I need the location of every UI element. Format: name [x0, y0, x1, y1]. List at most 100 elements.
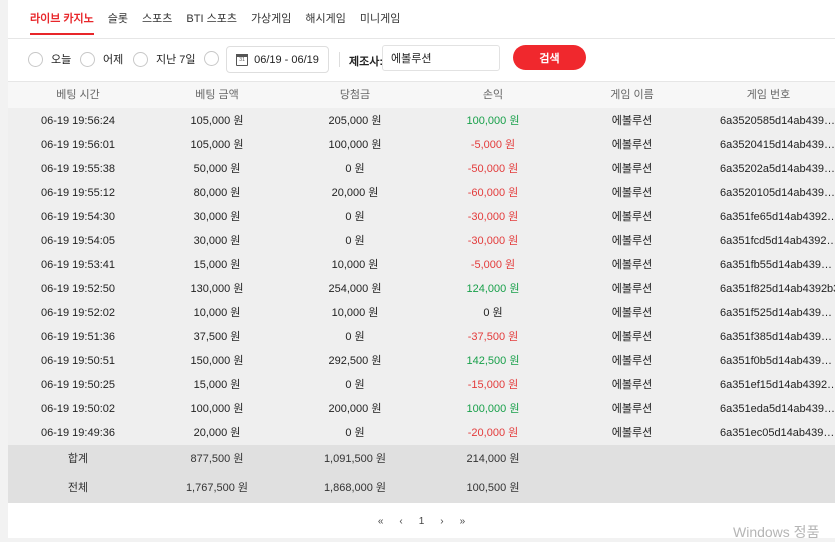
cell-bet-time: 06-19 19:50:02 [40, 403, 115, 415]
cell-bet-amount: 80,000 원 [193, 187, 241, 199]
manufacturer-label: 제조사: [349, 56, 384, 68]
search-button[interactable]: 검색 [513, 45, 586, 70]
cell-bet-time: 06-19 19:52:02 [40, 307, 115, 319]
cell-profit-loss: -5,000 원 [470, 139, 516, 151]
filter-divider [339, 52, 340, 67]
table-body: 06-19 19:56:24 105,000 원 205,000 원 100,000 … [8, 108, 835, 445]
tab-slot[interactable]: 슬롯 [108, 0, 128, 38]
cell-game-number: 6a351f825d14ab4392b33 [720, 283, 835, 295]
tab-sports[interactable]: 스포츠 [142, 0, 172, 38]
table-row: 06-19 19:50:51 150,000 원 292,500 원 142,500 … [8, 349, 835, 373]
table-header: 베팅 시간 베팅 금액 당첨금 손익 게임 이름 게임 번호 [8, 82, 835, 108]
cell-profit-loss: -20,000 원 [467, 427, 519, 439]
cell-profit-loss: -37,500 원 [467, 331, 519, 343]
cell-profit-loss: 100,000 원 [466, 403, 520, 415]
cell-bet-amount: 105,000 원 [190, 115, 244, 127]
tab-mini-game[interactable]: 미니게임 [360, 0, 400, 38]
table-row: 06-19 19:55:12 80,000 원 20,000 원 -60,000 원 에… [8, 181, 835, 205]
table-row: 06-19 19:55:38 50,000 원 0 원 -50,000 원 에볼루션 6a… [8, 157, 835, 181]
bet-history-table: 베팅 시간 베팅 금액 당첨금 손익 게임 이름 게임 번호 06-19 19:… [8, 82, 835, 503]
cell-bet-amount: 37,500 원 [193, 331, 241, 343]
last-page-button[interactable]: » [460, 516, 466, 527]
header-profit-loss: 손익 [482, 89, 504, 101]
cell-profit-loss: -30,000 원 [467, 211, 519, 223]
cell-winnings: 0 원 [345, 235, 365, 247]
date-range-text: 06/19 - 06/19 [254, 53, 319, 66]
windows-activation-watermark: Windows 정품 [733, 524, 820, 540]
date-range-picker[interactable]: 31 06/19 - 06/19 [226, 46, 329, 73]
tab-bti-sports[interactable]: BTI 스포츠 [186, 0, 237, 38]
table-row: 06-19 19:52:50 130,000 원 254,000 원 124,000 … [8, 277, 835, 301]
table-row: 06-19 19:56:01 105,000 원 100,000 원 -5,000 원… [8, 133, 835, 157]
cell-game-name: 에볼루션 [611, 139, 653, 151]
cell-profit-loss: -15,000 원 [467, 379, 519, 391]
next-page-button[interactable]: › [440, 516, 443, 527]
radio-circle[interactable] [80, 51, 95, 67]
cell-game-name: 에볼루션 [611, 379, 653, 391]
cell-game-number: 6a351ef15d14ab4392… [720, 379, 835, 391]
cell-game-number: 6a3520585d14ab439… [720, 115, 835, 127]
cell-profit-loss: -30,000 원 [467, 235, 519, 247]
total-bet-amount: 877,500 원 [190, 453, 244, 465]
prev-page-button[interactable]: ‹ [399, 516, 402, 527]
cell-winnings: 200,000 원 [328, 403, 382, 415]
header-bet-amount: 베팅 금액 [195, 89, 239, 101]
cell-game-number: 6a351fe65d14ab4392… [720, 211, 835, 223]
first-page-button[interactable]: « [378, 516, 384, 527]
radio-last-7-days[interactable]: 지난 7일 [133, 51, 196, 67]
cell-bet-amount: 50,000 원 [193, 163, 241, 175]
page-number-current[interactable]: 1 [419, 516, 425, 527]
radio-label: 오늘 [51, 54, 72, 66]
tab-live-casino[interactable]: 라이브 카지노 [30, 0, 94, 38]
cell-bet-time: 06-19 19:52:50 [40, 283, 115, 295]
filter-bar: 오늘 어제 지난 7일 31 06/19 - 06/19 제조사: 검색 [8, 39, 835, 81]
cell-winnings: 10,000 원 [331, 307, 379, 319]
cell-profit-loss: -60,000 원 [467, 187, 519, 199]
cell-winnings: 0 원 [345, 427, 365, 439]
category-tabs: 라이브 카지노 슬롯 스포츠 BTI 스포츠 가상게임 해시게임 미니게임 [30, 0, 414, 38]
cell-bet-time: 06-19 19:50:51 [40, 355, 115, 367]
cell-game-name: 에볼루션 [611, 115, 653, 127]
total-winnings: 1,868,000 원 [323, 482, 387, 494]
total-profit-loss: 214,000 원 [466, 453, 520, 465]
manufacturer-input[interactable] [382, 45, 500, 71]
cell-profit-loss: -5,000 원 [470, 259, 516, 271]
table-footer: 합계 877,500 원 1,091,500 원 214,000 원 전체 1,767,5… [8, 445, 835, 503]
tab-hash-game[interactable]: 해시게임 [305, 0, 345, 38]
cell-bet-time: 06-19 19:56:01 [40, 139, 115, 151]
cell-game-number: 6a351fb55d14ab439… [720, 259, 832, 271]
cell-bet-amount: 20,000 원 [193, 427, 241, 439]
grand-total-row: 전체 1,767,500 원 1,868,000 원 100,500 원 [8, 474, 835, 503]
cell-winnings: 292,500 원 [328, 355, 382, 367]
cell-game-name: 에볼루션 [611, 235, 653, 247]
total-label: 전체 [67, 482, 89, 494]
cell-game-name: 에볼루션 [611, 403, 653, 415]
cell-bet-amount: 105,000 원 [190, 139, 244, 151]
cell-game-number: 6a3520105d14ab439… [720, 187, 835, 199]
radio-yesterday[interactable]: 어제 [80, 51, 123, 67]
table-row: 06-19 19:53:41 15,000 원 10,000 원 -5,000 원 에볼… [8, 253, 835, 277]
cell-winnings: 254,000 원 [328, 283, 382, 295]
cell-game-name: 에볼루션 [611, 427, 653, 439]
cell-game-name: 에볼루션 [611, 355, 653, 367]
tab-virtual-game[interactable]: 가상게임 [251, 0, 291, 38]
cell-game-number: 6a351f0b5d14ab439… [720, 355, 832, 367]
radio-custom[interactable] [204, 51, 227, 66]
table-row: 06-19 19:50:02 100,000 원 200,000 원 100,000 … [8, 397, 835, 421]
cell-profit-loss: -50,000 원 [467, 163, 519, 175]
cell-bet-amount: 130,000 원 [190, 283, 244, 295]
cell-game-name: 에볼루션 [611, 259, 653, 271]
table-row: 06-19 19:54:05 30,000 원 0 원 -30,000 원 에볼루션 6a… [8, 229, 835, 253]
radio-circle[interactable] [133, 51, 148, 67]
radio-circle[interactable] [28, 51, 43, 67]
cell-winnings: 205,000 원 [328, 115, 382, 127]
cell-winnings: 0 원 [345, 331, 365, 343]
radio-today[interactable]: 오늘 [28, 51, 71, 67]
radio-circle[interactable] [204, 51, 219, 66]
cell-game-name: 에볼루션 [611, 163, 653, 175]
cell-bet-amount: 30,000 원 [193, 211, 241, 223]
cell-game-name: 에볼루션 [611, 187, 653, 199]
cell-bet-amount: 100,000 원 [190, 403, 244, 415]
cell-bet-time: 06-19 19:56:24 [40, 115, 115, 127]
bet-history-panel: 라이브 카지노 슬롯 스포츠 BTI 스포츠 가상게임 해시게임 미니게임 오늘… [8, 0, 835, 538]
